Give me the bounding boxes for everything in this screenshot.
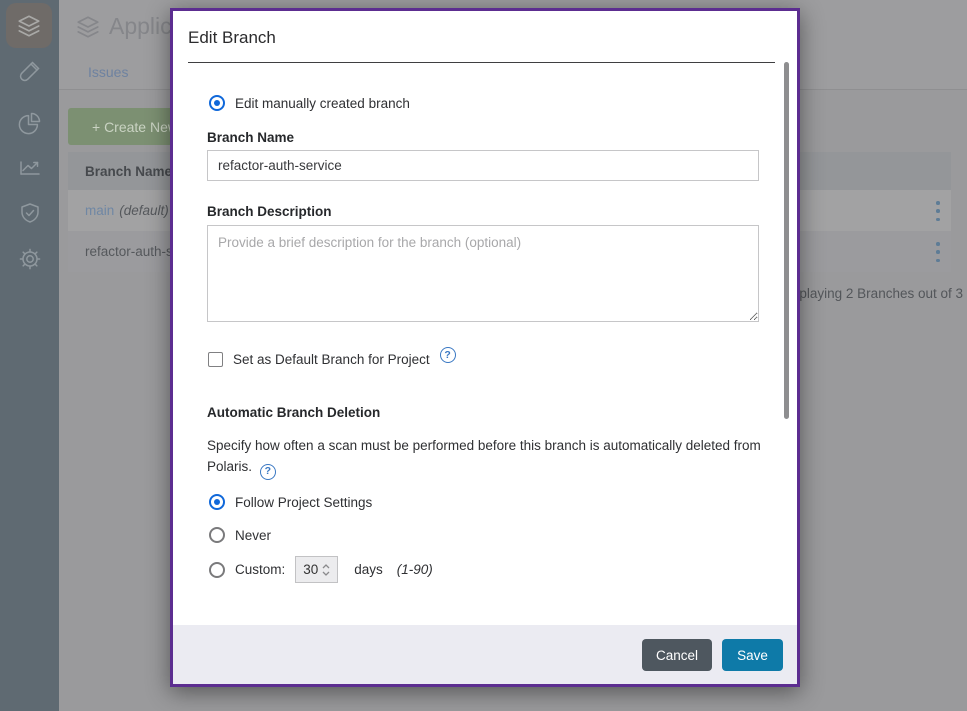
shield-check-icon bbox=[18, 201, 42, 225]
radio-selected-icon[interactable] bbox=[209, 494, 225, 510]
sidebar-item-security[interactable] bbox=[17, 200, 42, 225]
set-default-branch-checkbox[interactable] bbox=[208, 352, 223, 367]
custom-days-radio-row: Custom: 30 days (1-90) bbox=[209, 556, 433, 583]
default-branch-suffix: (default) bbox=[119, 203, 169, 218]
radio-unselected-icon[interactable] bbox=[209, 562, 225, 578]
tab-issues[interactable]: Issues bbox=[88, 64, 128, 80]
custom-days-value: 30 bbox=[303, 562, 318, 577]
auto-deletion-heading: Automatic Branch Deletion bbox=[207, 405, 380, 420]
sidebar-item-reports[interactable] bbox=[17, 110, 42, 135]
gear-icon bbox=[18, 247, 42, 271]
trend-chart-icon bbox=[18, 156, 42, 180]
set-default-branch-row: Set as Default Branch for Project ? bbox=[208, 351, 456, 367]
sidebar-item-settings[interactable] bbox=[17, 246, 42, 271]
edit-branch-dialog: Edit Branch Edit manually created branch… bbox=[170, 8, 800, 687]
branch-link-main[interactable]: main bbox=[85, 203, 114, 218]
branch-count-status: Displaying 2 Branches out of 3 bbox=[780, 286, 963, 301]
sidebar bbox=[0, 0, 59, 711]
custom-days-stepper[interactable]: 30 bbox=[295, 556, 338, 583]
help-icon[interactable]: ? bbox=[260, 464, 276, 480]
radio-selected-icon[interactable] bbox=[209, 95, 225, 111]
edit-manual-branch-radio[interactable]: Edit manually created branch bbox=[209, 95, 410, 111]
radio-label: Custom: bbox=[235, 562, 285, 577]
help-icon[interactable]: ? bbox=[440, 347, 456, 363]
layers-icon bbox=[16, 13, 42, 39]
radio-unselected-icon[interactable] bbox=[209, 527, 225, 543]
layers-icon bbox=[75, 14, 101, 40]
follow-project-settings-radio[interactable]: Follow Project Settings bbox=[209, 494, 372, 510]
days-suffix-label: days bbox=[354, 562, 383, 577]
test-tube-icon bbox=[18, 59, 42, 83]
pie-chart-icon bbox=[18, 111, 42, 135]
radio-label: Edit manually created branch bbox=[235, 96, 410, 111]
dialog-scrollbar[interactable] bbox=[784, 62, 789, 419]
branch-name-input[interactable] bbox=[207, 150, 759, 181]
save-button[interactable]: Save bbox=[722, 639, 783, 671]
auto-deletion-description-text: Specify how often a scan must be perform… bbox=[207, 438, 761, 474]
row-actions-kebab-icon[interactable] bbox=[931, 242, 945, 262]
branch-description-textarea[interactable] bbox=[207, 225, 759, 322]
cancel-button[interactable]: Cancel bbox=[642, 639, 712, 671]
dialog-title: Edit Branch bbox=[188, 28, 276, 48]
dialog-footer: Cancel Save bbox=[173, 625, 797, 684]
sidebar-item-applications[interactable] bbox=[6, 3, 52, 48]
branch-description-label: Branch Description bbox=[207, 204, 332, 219]
row-actions-kebab-icon[interactable] bbox=[931, 201, 945, 221]
sidebar-item-trends[interactable] bbox=[17, 155, 42, 180]
title-divider bbox=[188, 62, 775, 63]
auto-deletion-description: Specify how often a scan must be perform… bbox=[207, 435, 767, 477]
stepper-arrows-icon[interactable] bbox=[322, 564, 330, 576]
never-radio[interactable]: Never bbox=[209, 527, 271, 543]
radio-label: Follow Project Settings bbox=[235, 495, 372, 510]
radio-label: Never bbox=[235, 528, 271, 543]
checkbox-label: Set as Default Branch for Project bbox=[233, 352, 430, 367]
days-range-label: (1-90) bbox=[397, 562, 433, 577]
branch-name-label: Branch Name bbox=[207, 130, 294, 145]
sidebar-item-tests[interactable] bbox=[17, 58, 42, 83]
